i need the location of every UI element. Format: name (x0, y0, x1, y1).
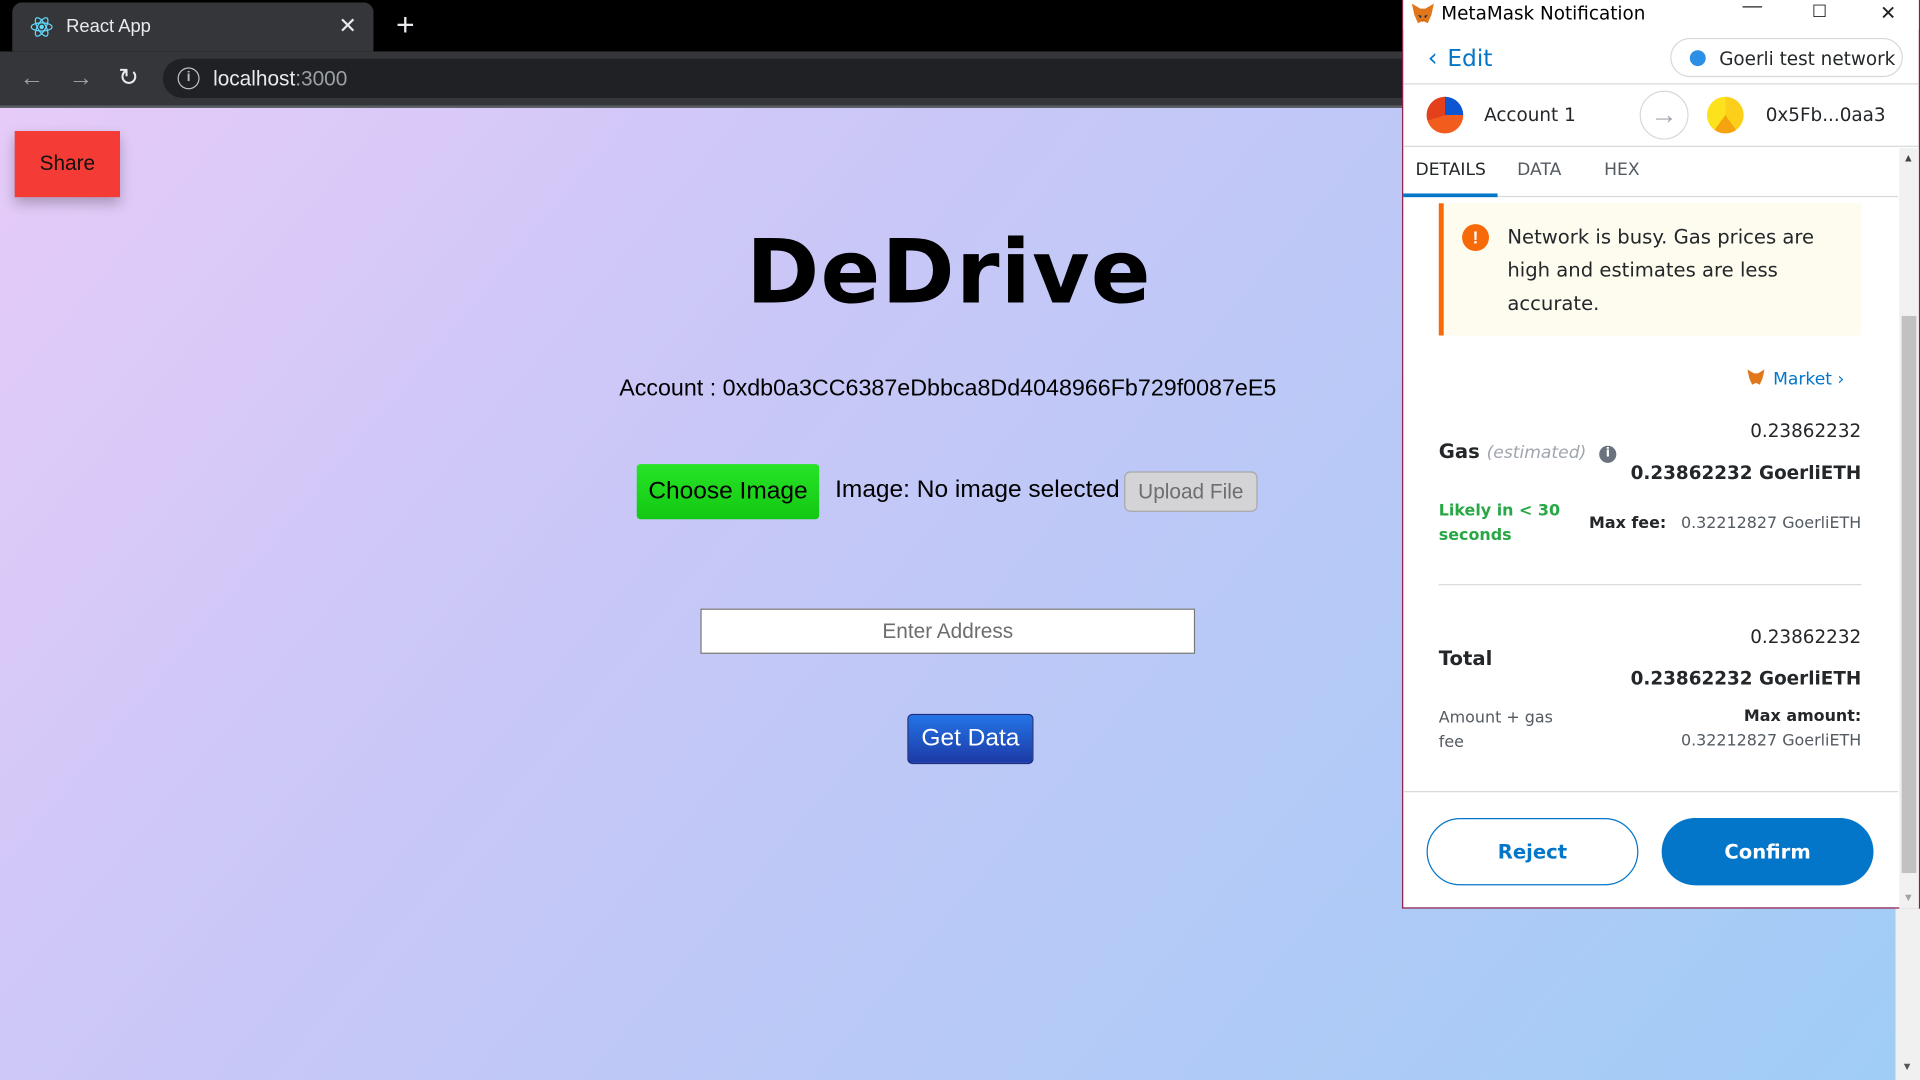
active-tab-indicator (1403, 193, 1498, 198)
reload-icon[interactable]: ↻ (111, 61, 145, 95)
tab-hex[interactable]: HEX (1604, 160, 1639, 180)
total-label: Total (1438, 646, 1493, 670)
metamask-footer: Reject Confirm (1403, 791, 1898, 909)
window-titlebar: MetaMask Notification — ☐ ✕ (1403, 0, 1919, 30)
gas-label: Gas (estimated) i (1439, 440, 1617, 463)
site-info-icon[interactable]: i (177, 67, 200, 90)
gas-fee-market-link[interactable]: Market › (1746, 369, 1845, 390)
edit-link[interactable]: ‹ Edit (1428, 43, 1493, 72)
tab-details[interactable]: DETAILS (1416, 160, 1486, 180)
chevron-left-icon: ‹ (1427, 42, 1438, 73)
react-logo-icon (30, 17, 53, 37)
total-value: 0.23862232 (1750, 625, 1862, 648)
browser-tab[interactable]: React App ✕ (12, 2, 374, 52)
gas-estimated-label: (estimated) (1486, 443, 1587, 463)
metamask-header: ‹ Edit Goerli test network (1403, 29, 1919, 85)
scroll-down-arrow-icon[interactable]: ▼ (1902, 1060, 1913, 1072)
warning-text: Network is busy. Gas prices are high and… (1507, 225, 1815, 315)
max-amount-label: Max amount: (1743, 707, 1862, 727)
from-account-name: Account 1 (1484, 104, 1576, 127)
arrow-right-icon: → (1639, 90, 1689, 140)
max-amount-value: 0.32212827 GoerliETH (1680, 732, 1862, 751)
scrollbar-thumb[interactable] (1901, 315, 1917, 874)
market-label: Market (1773, 369, 1833, 390)
account-address: Account : 0xdb0a3CC6387eDbbca8Dd4048966F… (619, 375, 1277, 402)
warning-icon: ! (1462, 224, 1489, 252)
forward-arrow-icon[interactable]: → (64, 61, 98, 95)
edit-label: Edit (1447, 45, 1493, 73)
max-fee: Max fee: 0.32212827 GoerliETH (1589, 514, 1861, 532)
confirm-button[interactable]: Confirm (1661, 817, 1874, 886)
network-selector[interactable]: Goerli test network (1670, 37, 1903, 78)
page-title: DeDrive (746, 220, 1152, 324)
upload-file-button[interactable]: Upload File (1124, 471, 1258, 512)
network-busy-warning: ! Network is busy. Gas prices are high a… (1438, 203, 1862, 336)
address-input[interactable] (700, 608, 1196, 654)
share-button[interactable]: Share (14, 131, 121, 198)
max-fee-label: Max fee: (1588, 514, 1667, 533)
image-status-text: Image: No image selected (835, 476, 1120, 504)
scroll-up-arrow-icon[interactable]: ▲ (1903, 152, 1914, 164)
new-tab-icon[interactable]: + (389, 9, 421, 42)
from-account-avatar (1426, 96, 1464, 134)
details-tabs: DETAILS DATA HEX (1403, 148, 1898, 198)
choose-image-button[interactable]: Choose Image (636, 464, 820, 520)
scroll-down-arrow-icon[interactable]: ▼ (1903, 891, 1914, 903)
close-window-icon[interactable]: ✕ (1872, 1, 1904, 25)
back-arrow-icon[interactable]: ← (15, 61, 49, 95)
window-title: MetaMask Notification (1441, 2, 1646, 25)
metamask-scrollbar[interactable]: ▲ ▼ (1899, 148, 1919, 909)
fox-mini-icon (1747, 369, 1765, 385)
chevron-right-icon: › (1837, 369, 1845, 390)
metamask-window: MetaMask Notification — ☐ ✕ ‹ Edit Goerli… (1402, 0, 1920, 909)
max-fee-value: 0.32212827 GoerliETH (1680, 514, 1862, 533)
close-icon[interactable]: ✕ (334, 12, 361, 39)
minimize-icon[interactable]: — (1736, 0, 1768, 21)
get-data-button[interactable]: Get Data (907, 713, 1034, 765)
amount-gas-fee-label: Amount + gas fee (1438, 708, 1553, 752)
to-account-avatar (1706, 96, 1744, 134)
metamask-fox-icon (1411, 3, 1434, 24)
info-icon[interactable]: i (1599, 445, 1617, 463)
total-value-eth: 0.23862232 GoerliETH (1630, 667, 1862, 690)
address-bar[interactable]: i localhost:3000 (162, 58, 1437, 98)
sender-recipient-row: Account 1 → 0x5Fb...0aa3 (1403, 86, 1919, 147)
gas-value-eth: 0.23862232 GoerliETH (1630, 461, 1862, 484)
tab-data[interactable]: DATA (1517, 160, 1561, 180)
likely-time: Likely in < 30 seconds (1438, 502, 1561, 545)
gas-value: 0.23862232 (1750, 420, 1862, 443)
maximize-icon[interactable]: ☐ (1804, 1, 1836, 25)
network-status-dot (1689, 50, 1706, 67)
reject-button[interactable]: Reject (1426, 817, 1639, 886)
to-account-address[interactable]: 0x5Fb...0aa3 (1766, 104, 1886, 126)
tab-title: React App (66, 15, 151, 37)
url-text: localhost:3000 (213, 67, 348, 91)
network-name: Goerli test network (1719, 47, 1896, 70)
divider (1438, 584, 1862, 586)
